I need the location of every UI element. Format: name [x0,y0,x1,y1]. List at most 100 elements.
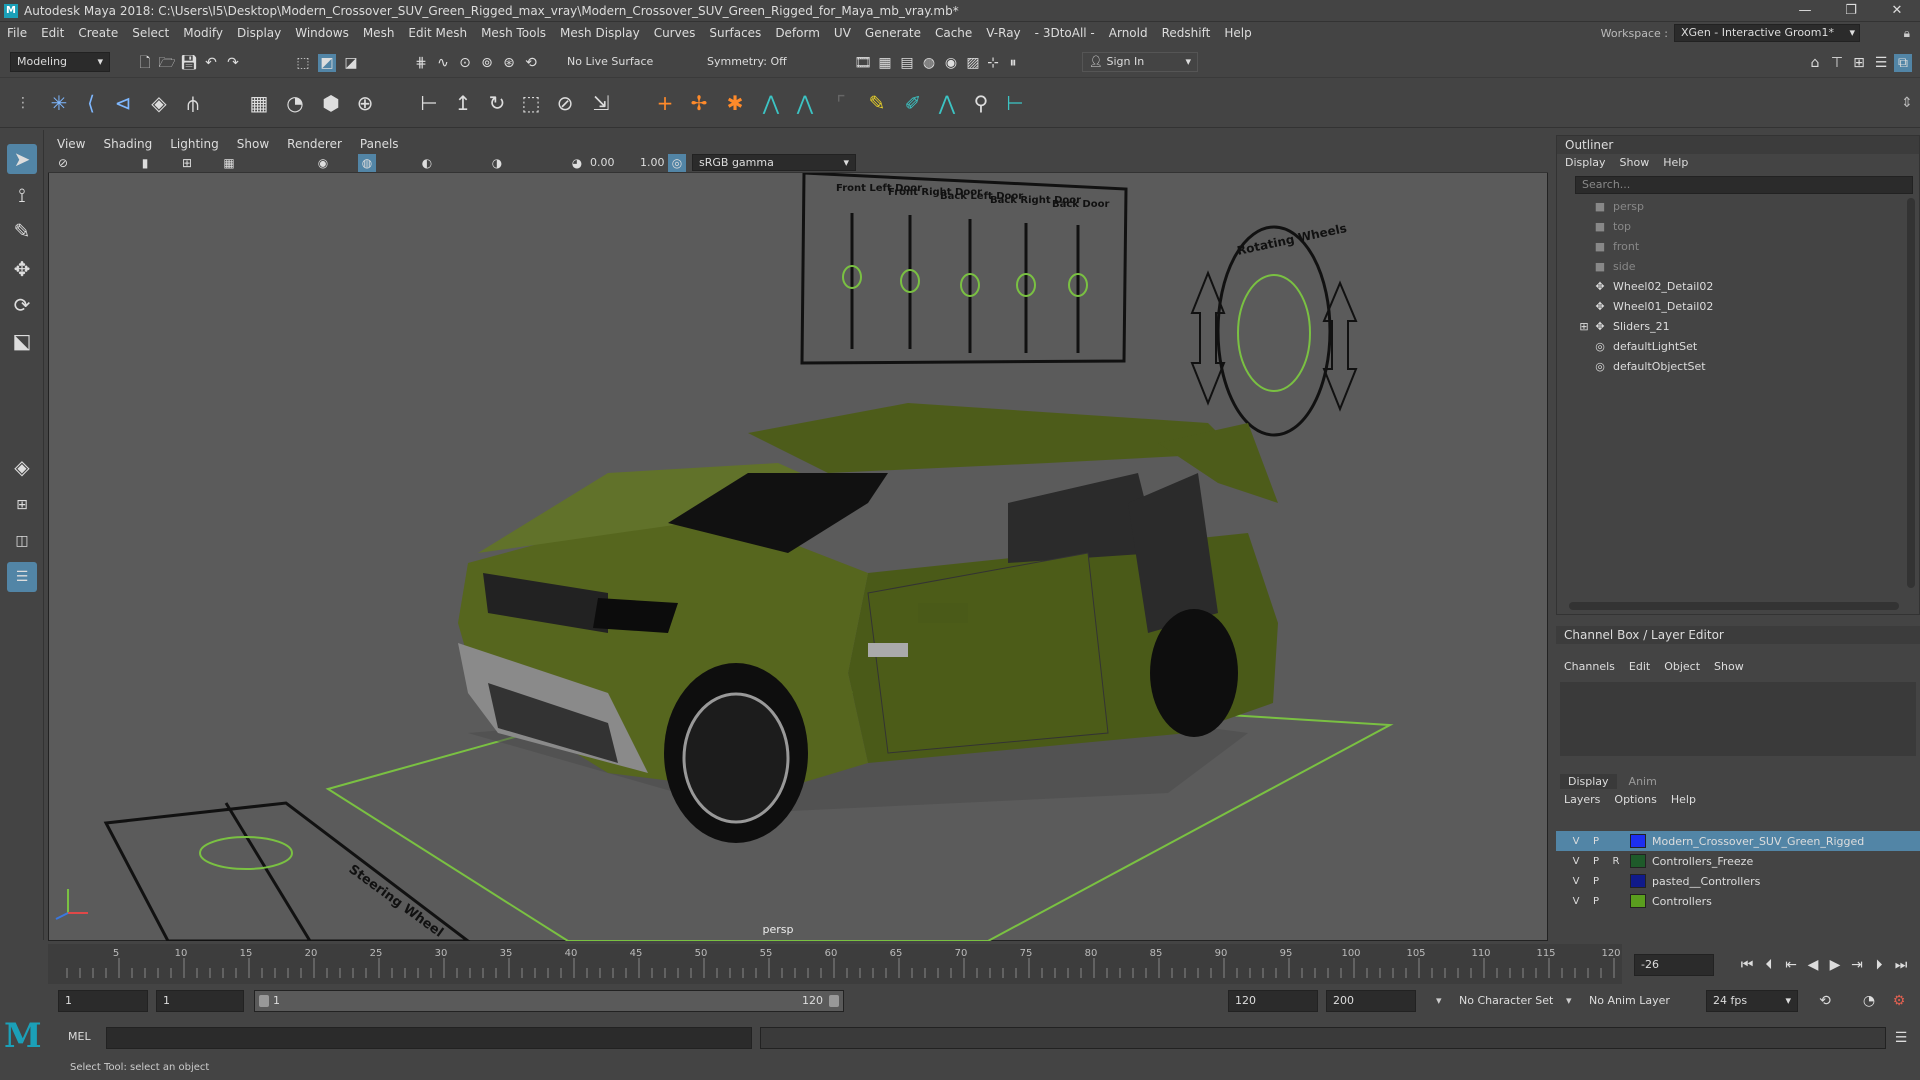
single-view-icon[interactable]: ◈ [7,452,37,482]
joint-tool-icon[interactable]: ✳ [46,90,72,116]
playback-start-field[interactable]: 1 [156,990,244,1012]
layer-visibility-toggle[interactable]: V [1566,876,1586,887]
gamma-value[interactable]: 1.00 [640,156,665,169]
shelf-options-icon[interactable]: ⋮ [10,90,36,116]
paint-select-icon[interactable]: ✎ [7,216,37,246]
pause-icon[interactable]: ⏸︎ [1004,54,1022,72]
layer-color-swatch[interactable] [1630,894,1646,908]
tab-display[interactable]: Display [1560,774,1617,789]
lock-icon[interactable]: 🔒︎ [1904,26,1910,41]
layer-playback-toggle[interactable]: P [1586,896,1606,907]
go-to-start-icon[interactable]: ⏮︎ [1738,956,1756,974]
step-forward-key-icon[interactable]: ⏵ [1870,956,1888,974]
menu-cache[interactable]: Cache [928,26,979,40]
isolate-icon[interactable]: ◑ [488,154,506,172]
paint-weights-icon[interactable]: ✎ [864,90,890,116]
outliner-item-persp[interactable]: ■ persp [1557,196,1919,216]
vray-ipr-icon[interactable]: ⊹ [984,54,1002,72]
layer-reference-toggle[interactable]: R [1606,856,1626,867]
select-object-icon[interactable]: ◩ [318,54,336,72]
start-time-field[interactable]: 1 [58,990,148,1012]
component-editor-icon[interactable]: ✐ [900,90,926,116]
current-frame-field[interactable]: -26 [1634,954,1714,976]
outliner-item-side[interactable]: ■ side [1557,256,1919,276]
exposure-icon[interactable]: ◕ [568,154,586,172]
snap-grid-icon[interactable]: ⋕ [412,54,430,72]
menu-select[interactable]: Select [125,26,176,40]
symmetry-dropdown[interactable]: Symmetry: Off [700,52,808,72]
layer-menu-layers[interactable]: Layers [1564,793,1600,807]
connect-joint-icon[interactable]: ⊢ [1002,90,1028,116]
outliner-menu-help[interactable]: Help [1663,156,1688,170]
channel-menu-edit[interactable]: Edit [1629,660,1650,674]
select-tool-icon[interactable]: ➤ [7,144,37,174]
vp-menu-view[interactable]: View [48,137,94,151]
move-tool-icon[interactable]: ✥ [7,254,37,284]
layer-row[interactable]: V P R Controllers_Freeze [1556,851,1920,871]
channel-menu-channels[interactable]: Channels [1564,660,1615,674]
textured-icon[interactable]: ◍ [358,154,376,172]
outliner-item-top[interactable]: ■ top [1557,216,1919,236]
fps-dropdown[interactable]: 24 fps ▾ [1706,990,1798,1012]
workspace-dropdown[interactable]: XGen - Interactive Groom1* ▾ [1674,24,1860,42]
wireframe-icon[interactable]: ▦ [220,154,238,172]
layer-row[interactable]: V P Modern_Crossover_SUV_Green_Rigged [1556,831,1920,851]
scale-constraint-icon[interactable]: ⬚ [518,90,544,116]
step-back-key-icon[interactable]: ⏴ [1760,956,1778,974]
outliner-item-sliders[interactable]: ⊞ ✥ Sliders_21 [1557,316,1919,336]
render-frame-icon[interactable]: 🎞︎ [854,54,872,72]
ipr-render-icon[interactable]: ◉ [942,54,960,72]
range-handle-end[interactable] [829,995,839,1007]
point-constraint-icon[interactable]: ⊢ [416,90,442,116]
shelf-scroll-icon[interactable]: ⇕ [1894,90,1920,116]
character-control-icon[interactable]: ⋀ [792,90,818,116]
mirror-skin-icon[interactable]: ⋀ [934,90,960,116]
bind-skin-icon[interactable]: ◈ [146,90,172,116]
viewport-scene[interactable]: Steering Wheel Front Left Door Front Rig… [48,173,1548,941]
menu-display[interactable]: Display [230,26,288,40]
menu-help[interactable]: Help [1217,26,1258,40]
menu-arnold[interactable]: Arnold [1102,26,1155,40]
wrap-icon[interactable]: ◔ [282,90,308,116]
pole-vector-icon[interactable]: ⇲ [588,90,614,116]
set-driven-key-icon[interactable]: ⚲ [968,90,994,116]
anim-prefs-icon[interactable]: ⚙︎ [1890,992,1908,1010]
select-component-icon[interactable]: ◪ [342,54,360,72]
cluster-icon[interactable]: ⬢ [318,90,344,116]
snap-view-icon[interactable]: ⊛ [500,54,518,72]
chevron-down-icon[interactable]: ▾ [1566,994,1572,1007]
menu-set-dropdown[interactable]: Modeling ▾ [10,52,110,72]
outliner-item-wheel02[interactable]: ✥ Wheel02_Detail02 [1557,276,1919,296]
menu-generate[interactable]: Generate [858,26,928,40]
new-scene-icon[interactable]: 🗋 [136,54,154,72]
menu-redshift[interactable]: Redshift [1155,26,1218,40]
time-slider-ruler[interactable]: 5 10 15 20 25 30 35 40 45 50 55 60 65 70 75 80 85 90 95 100… [48,944,1622,984]
layer-visibility-toggle[interactable]: V [1566,896,1586,907]
menu-3dtoall[interactable]: - 3DtoAll - [1028,26,1102,40]
menu-mesh-display[interactable]: Mesh Display [553,26,647,40]
layer-visibility-toggle[interactable]: V [1566,836,1586,847]
minimize-button[interactable]: — [1782,0,1828,22]
menu-surfaces[interactable]: Surfaces [702,26,768,40]
skeleton-icon[interactable]: ⫛ [180,90,206,116]
layer-editor-icon[interactable]: ⧉ [1894,54,1912,72]
outliner-menu-display[interactable]: Display [1565,156,1606,170]
menu-mesh-tools[interactable]: Mesh Tools [474,26,553,40]
grid-icon[interactable]: ⊞ [178,154,196,172]
outliner-item-object-set[interactable]: ◎ defaultObjectSet [1557,356,1919,376]
character-set-field[interactable]: No Character Set [1452,990,1562,1012]
layer-playback-toggle[interactable]: P [1586,836,1606,847]
menu-vray[interactable]: V-Ray [979,26,1027,40]
layer-playback-toggle[interactable]: P [1586,876,1606,887]
menu-edit[interactable]: Edit [34,26,71,40]
camera-select-icon[interactable]: ⊘ [54,154,72,172]
four-view-icon[interactable]: ⊞ [7,490,37,520]
shadows-icon[interactable]: ◐ [418,154,436,172]
rotate-tool-icon[interactable]: ⟳ [7,290,37,320]
time-slider[interactable]: 5 10 15 20 25 30 35 40 45 50 55 60 65 70 75 80 85 90 95 100… [48,944,1622,984]
vp-menu-shading[interactable]: Shading [94,137,161,151]
menu-windows[interactable]: Windows [288,26,356,40]
menu-curves[interactable]: Curves [647,26,703,40]
mel-input[interactable] [106,1027,752,1049]
script-editor-icon[interactable]: ☰ [1892,1029,1910,1047]
